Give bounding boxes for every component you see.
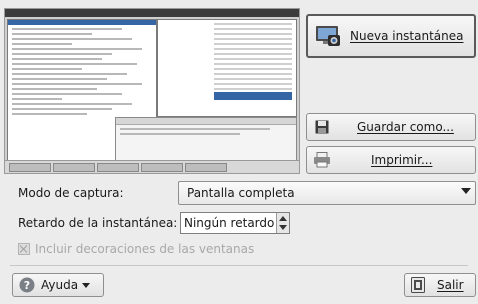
svg-text:?: ? — [24, 279, 30, 292]
include-decorations-checkbox[interactable]: Incluir decoraciones de las ventanas — [18, 242, 254, 256]
floppy-disk-icon — [315, 120, 329, 134]
new-snapshot-label: Nueva instantánea — [350, 29, 464, 43]
preview-app-window — [157, 19, 297, 117]
printer-icon — [313, 152, 331, 168]
quit-label: Salir — [437, 278, 464, 292]
new-snapshot-button[interactable]: Nueva instantánea — [306, 14, 476, 58]
chevron-down-icon — [461, 188, 471, 194]
delay-value: Ningún retardo — [184, 216, 275, 230]
camera-icon — [314, 22, 342, 50]
checkbox-box[interactable] — [18, 243, 30, 255]
spin-up-icon[interactable] — [279, 216, 287, 221]
exit-icon — [411, 277, 425, 293]
delay-label: Retardo de la instantánea: — [18, 216, 178, 230]
quit-button[interactable]: Salir — [404, 273, 476, 297]
print-label: Imprimir... — [371, 153, 433, 167]
capture-mode-value: Pantalla completa — [187, 186, 295, 200]
separator — [10, 265, 468, 266]
delay-spinbutton[interactable]: Ningún retardo — [180, 212, 290, 234]
spin-buttons[interactable] — [276, 213, 289, 233]
print-button[interactable]: Imprimir... — [306, 146, 476, 174]
capture-mode-select[interactable]: Pantalla completa — [178, 181, 476, 205]
capture-mode-label: Modo de captura: — [18, 186, 124, 200]
save-as-label: Guardar como... — [357, 120, 454, 134]
include-decorations-label: Incluir decoraciones de las ventanas — [35, 242, 255, 256]
screenshot-preview — [4, 8, 300, 174]
help-icon: ? — [19, 277, 35, 293]
spin-down-icon[interactable] — [279, 225, 287, 230]
preview-taskbar — [5, 160, 299, 173]
dropdown-arrow-icon — [82, 282, 91, 288]
help-button[interactable]: ? Ayuda — [12, 273, 104, 297]
save-as-button[interactable]: Guardar como... — [306, 113, 476, 141]
preview-lower-window — [115, 117, 297, 161]
preview-top-panel — [5, 9, 299, 17]
help-label: Ayuda — [41, 278, 79, 292]
